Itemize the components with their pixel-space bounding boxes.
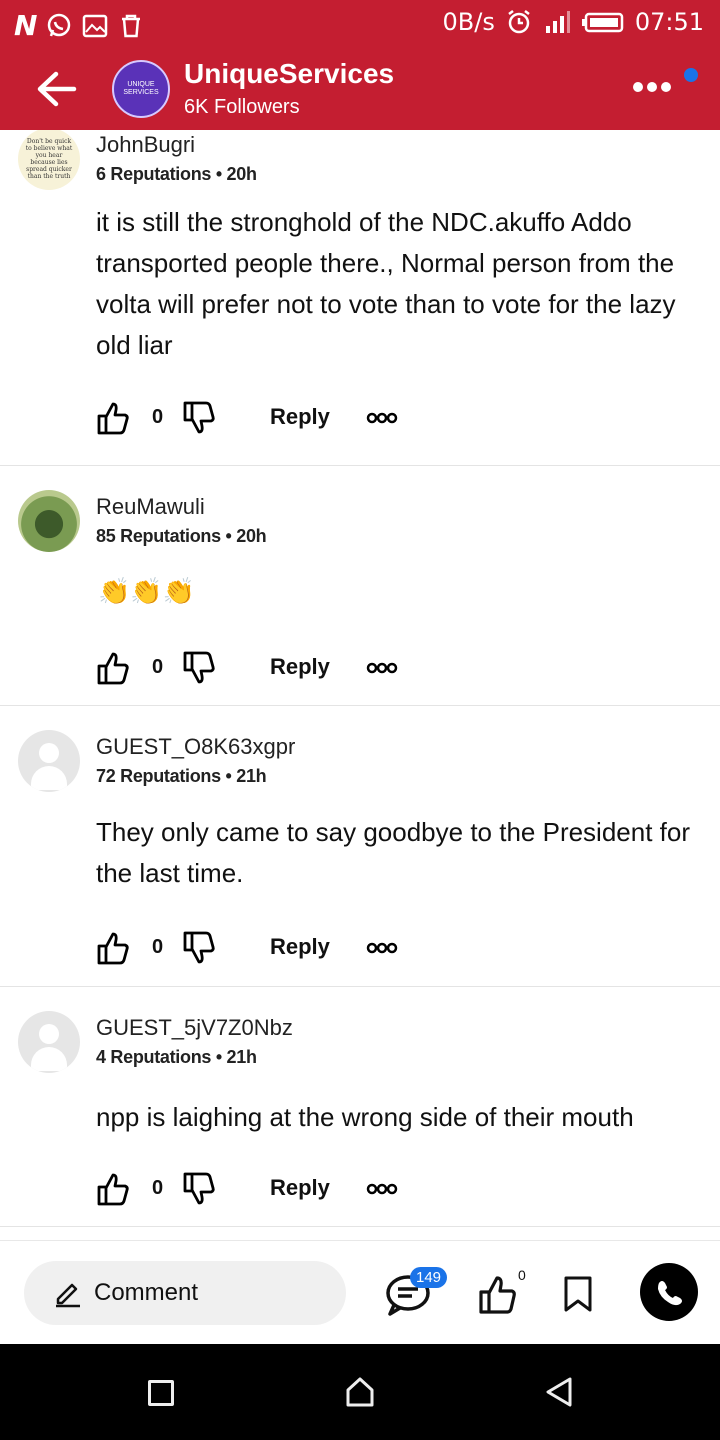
user-avatar[interactable] <box>18 490 80 552</box>
net-speed: 0B/s <box>442 8 495 36</box>
comment-text: npp is laighing at the wrong side of the… <box>96 1102 634 1132</box>
comment-count-badge: 149 <box>410 1267 448 1288</box>
comment-meta: 85 Reputations • 20h <box>96 526 267 546</box>
avatar-head <box>39 1024 59 1044</box>
trash-icon <box>122 14 141 37</box>
notification-dot <box>684 68 698 82</box>
avatar-head <box>39 743 59 763</box>
back-arrow-icon[interactable] <box>34 68 80 110</box>
channel-avatar[interactable]: UNIQUE SERVICES <box>112 60 170 118</box>
avatar-body <box>31 1047 67 1071</box>
thumbs-down-icon[interactable] <box>182 400 216 436</box>
comment-actions: 0 Reply <box>96 1171 416 1211</box>
user-name[interactable]: GUEST_5jV7Z0Nbz <box>96 1015 293 1041</box>
whatsapp-notification-icon <box>48 13 71 36</box>
write-comment-button[interactable]: Comment <box>24 1261 346 1325</box>
thumbs-down-icon[interactable] <box>182 930 216 966</box>
status-bar: N 0B/s 07:51 <box>0 0 720 50</box>
like-count: 0 <box>152 406 164 428</box>
thumbs-down-icon[interactable] <box>182 650 216 686</box>
system-navigation-bar <box>0 1344 720 1440</box>
thumbs-up-icon[interactable] <box>96 650 130 686</box>
followers-count: 6K Followers <box>184 96 300 118</box>
whatsapp-icon <box>658 1281 682 1306</box>
signal-icon <box>545 11 570 33</box>
more-dots-icon[interactable] <box>366 1179 398 1199</box>
comment-actions: 0 Reply <box>96 400 416 440</box>
comment-actions: 0 Reply <box>96 650 416 690</box>
thumbs-up-icon[interactable] <box>96 930 130 966</box>
reply-button[interactable]: Reply <box>270 1175 330 1201</box>
like-count: 0 <box>152 936 164 958</box>
thumbs-up-icon[interactable] <box>96 1171 130 1207</box>
channel-avatar-text: UNIQUE SERVICES <box>123 81 159 96</box>
comment-meta: 6 Reputations • 20h <box>96 164 257 184</box>
thumbs-up-icon[interactable] <box>96 400 130 436</box>
avatar-body <box>31 766 67 790</box>
comment-item: GUEST_O8K63xgpr 72 Reputations • 21h The… <box>0 706 720 987</box>
comment-text: They only came to say goodbye to the Pre… <box>96 817 691 888</box>
user-name[interactable]: ReuMawuli <box>96 494 205 520</box>
comments-list[interactable]: Don't be quick to believe what you hear … <box>0 130 720 1240</box>
gallery-icon <box>83 14 108 37</box>
comment-emoji: 👏👏👏 <box>98 576 196 606</box>
comment-meta: 72 Reputations • 21h <box>96 766 267 786</box>
comment-actions: 0 Reply <box>96 930 416 970</box>
bottom-action-bar: Comment 149 0 <box>0 1240 720 1344</box>
reply-button[interactable]: Reply <box>270 654 330 680</box>
comment-meta: 4 Reputations • 21h <box>96 1047 257 1067</box>
more-dots-icon[interactable] <box>366 408 398 428</box>
post-like-count: 0 <box>518 1267 526 1283</box>
recents-button[interactable] <box>148 1380 174 1406</box>
reply-button[interactable]: Reply <box>270 404 330 430</box>
reply-button[interactable]: Reply <box>270 934 330 960</box>
status-left-icons: N <box>14 9 145 42</box>
like-count: 0 <box>152 1177 164 1199</box>
more-dots-icon[interactable] <box>366 658 398 678</box>
comment-item: GUEST_5jV7Z0Nbz 4 Reputations • 21h npp … <box>0 987 720 1227</box>
battery-icon <box>581 12 624 33</box>
news-app-icon: N <box>14 9 38 42</box>
whatsapp-share-button[interactable] <box>640 1263 698 1321</box>
thumbs-up-icon[interactable] <box>478 1273 518 1315</box>
channel-name[interactable]: UniqueServices <box>184 58 394 90</box>
avatar-text: Don't be quick to believe what you hear … <box>25 138 73 180</box>
back-triangle-icon[interactable] <box>544 1376 574 1408</box>
more-options-icon[interactable] <box>630 72 674 102</box>
user-avatar[interactable] <box>18 730 80 792</box>
bookmark-icon[interactable] <box>562 1275 594 1313</box>
alarm-icon <box>508 10 530 34</box>
home-icon[interactable] <box>344 1376 376 1408</box>
user-avatar[interactable]: Don't be quick to believe what you hear … <box>18 130 80 190</box>
thumbs-down-icon[interactable] <box>182 1171 216 1207</box>
like-count: 0 <box>152 656 164 678</box>
clock: 07:51 <box>634 8 704 36</box>
app-bar: UNIQUE SERVICES UniqueServices 6K Follow… <box>0 50 720 130</box>
user-name[interactable]: GUEST_O8K63xgpr <box>96 734 295 760</box>
comment-label: Comment <box>94 1279 199 1306</box>
user-name[interactable]: JohnBugri <box>96 132 195 158</box>
user-avatar[interactable] <box>18 1011 80 1073</box>
pen-icon <box>56 1283 80 1308</box>
comment-text: it is still the stronghold of the NDC.ak… <box>96 207 676 360</box>
more-dots-icon[interactable] <box>366 938 398 958</box>
comment-item: ReuMawuli 85 Reputations • 20h 👏👏👏 0 Rep… <box>0 466 720 706</box>
status-right-icons: 0B/s 07:51 <box>443 8 705 36</box>
comment-item: Don't be quick to believe what you hear … <box>0 130 720 466</box>
